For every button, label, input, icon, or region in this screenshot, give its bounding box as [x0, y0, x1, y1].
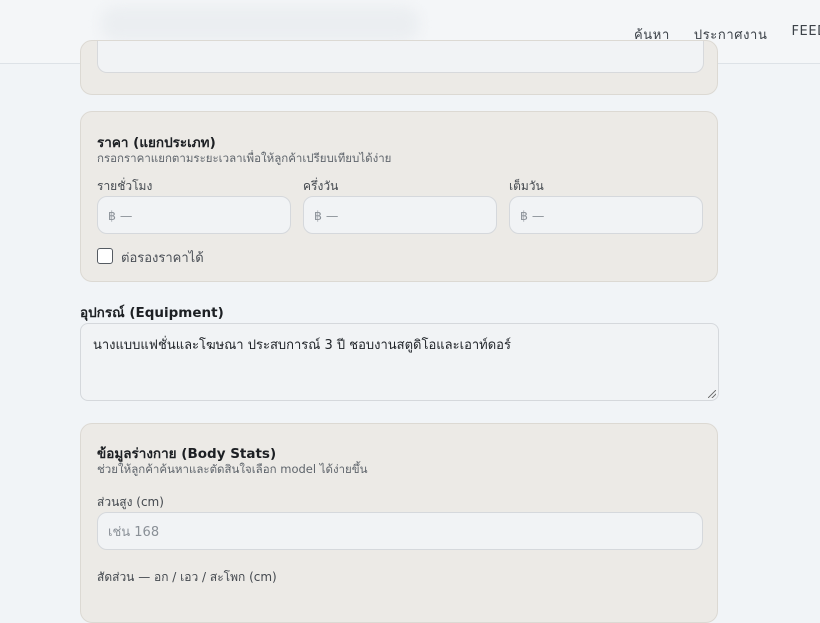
- equipment-text: นางแบบแฟชั่นและโฆษณา ประสบการณ์ 3 ปี ชอบ…: [93, 338, 511, 353]
- body-stats-section-card: ข้อมูลร่างกาย (Body Stats) ช่วยให้ลูกค้า…: [80, 423, 718, 623]
- equipment-label: อุปกรณ์ (Equipment): [80, 305, 224, 321]
- height-input[interactable]: เช่น 168: [97, 512, 703, 550]
- previous-input-field[interactable]: [97, 41, 704, 73]
- nav-feed[interactable]: FEED: [791, 24, 820, 45]
- body-stats-subtitle: ช่วยให้ลูกค้าค้นหาและตัดสินใจเลือก model…: [97, 462, 368, 476]
- previous-section-card: [80, 40, 718, 95]
- halfday-price-input[interactable]: ฿ —: [303, 196, 497, 234]
- equipment-textarea[interactable]: นางแบบแฟชั่นและโฆษณา ประสบการณ์ 3 ปี ชอบ…: [80, 323, 719, 401]
- fullday-price-label: เต็มวัน: [509, 179, 544, 193]
- halfday-price-label: ครึ่งวัน: [303, 179, 339, 193]
- height-label: ส่วนสูง (cm): [97, 495, 164, 509]
- brand-blur-area: [100, 6, 420, 42]
- measurements-label: สัดส่วน — อก / เอว / สะโพก (cm): [97, 570, 277, 584]
- negotiable-checkbox[interactable]: [97, 248, 113, 264]
- price-section-subtitle: กรอกราคาแยกตามระยะเวลาเพื่อให้ลูกค้าเปรี…: [97, 151, 392, 165]
- negotiable-label[interactable]: ต่อรองราคาได้: [121, 247, 204, 268]
- price-section-card: ราคา (แยกประเภท) กรอกราคาแยกตามระยะเวลาเ…: [80, 111, 718, 282]
- fullday-price-input[interactable]: ฿ —: [509, 196, 703, 234]
- hourly-price-label: รายชั่วโมง: [97, 179, 153, 193]
- resize-handle-icon[interactable]: [708, 390, 716, 398]
- hourly-price-input[interactable]: ฿ —: [97, 196, 291, 234]
